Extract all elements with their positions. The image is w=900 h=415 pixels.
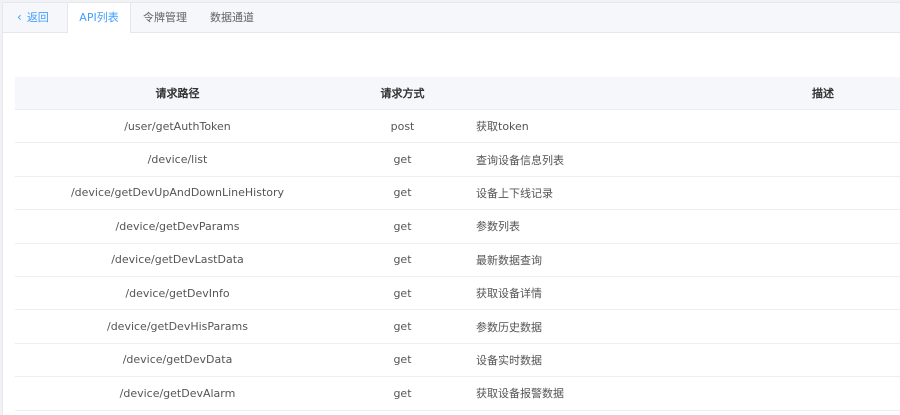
cell-description: 参数历史数据 xyxy=(476,320,542,334)
table-row[interactable]: /device/getDevParams get 参数列表 xyxy=(15,210,900,244)
cell-description: 参数列表 xyxy=(476,220,520,234)
cell-path: /device/getDevUpAndDownLineHistory xyxy=(70,186,285,200)
table-row[interactable]: /device/getDevData get 设备实时数据 xyxy=(15,344,900,378)
cell-method: get xyxy=(393,219,412,233)
cell-description: 查询设备信息列表 xyxy=(476,153,564,167)
tab-token-management[interactable]: 令牌管理 xyxy=(143,3,187,32)
header-path: 请求路径 xyxy=(155,87,200,100)
api-table: 请求路径 请求方式 描述 /user/getAuthToken post 获取tok… xyxy=(15,77,900,411)
cell-method: get xyxy=(393,286,412,300)
cell-path: /device/getDevAlarm xyxy=(119,386,236,400)
cell-description: 获取设备报警数据 xyxy=(476,387,564,401)
back-label: 返回 xyxy=(26,11,49,24)
cell-path: /device/getDevParams xyxy=(115,219,240,233)
chevron-left-icon: ‹ xyxy=(17,10,22,24)
cell-path: /device/getDevInfo xyxy=(125,286,230,300)
tab-bar: ‹ 返回 API列表 令牌管理 数据通道 xyxy=(3,3,900,33)
cell-path: /device/getDevData xyxy=(122,353,233,367)
cell-path: /user/getAuthToken xyxy=(124,119,231,133)
cell-description: 设备上下线记录 xyxy=(476,186,553,200)
cell-description: 设备实时数据 xyxy=(476,353,542,367)
cell-path: /device/getDevHisParams xyxy=(106,320,248,334)
back-button[interactable]: ‹ 返回 xyxy=(17,3,49,32)
table-row[interactable]: /device/list get 查询设备信息列表 xyxy=(15,143,900,177)
cell-method: get xyxy=(393,153,412,167)
header-description: 描述 xyxy=(812,87,834,100)
cell-method: get xyxy=(393,253,412,267)
table-row[interactable]: /device/getDevUpAndDownLineHistory get 设备上… xyxy=(15,177,900,211)
cell-path: /device/getDevLastData xyxy=(111,253,244,267)
table-row[interactable]: /device/getDevLastData get 最新数据查询 xyxy=(15,244,900,277)
tab-api-list[interactable]: API列表 xyxy=(67,3,131,33)
cell-description: 最新数据查询 xyxy=(476,253,542,267)
header-method: 请求方式 xyxy=(380,87,425,100)
cell-method: get xyxy=(393,353,412,367)
table-row[interactable]: /device/getDevHisParams get 参数历史数据 xyxy=(15,310,900,344)
page-frame: ‹ 返回 API列表 令牌管理 数据通道 请求路径 请求方式 描述 /user/g… xyxy=(2,2,900,415)
table-row[interactable]: /device/getDevInfo get 获取设备详情 xyxy=(15,277,900,311)
table-header: 请求路径 请求方式 描述 xyxy=(15,77,900,110)
table-row[interactable]: /device/getDevAlarm get 获取设备报警数据 xyxy=(15,377,900,411)
cell-description: 获取设备详情 xyxy=(476,287,542,301)
cell-method: get xyxy=(393,186,412,200)
tab-data-channel[interactable]: 数据通道 xyxy=(210,3,254,32)
cell-path: /device/list xyxy=(147,153,208,167)
cell-description: 获取token xyxy=(476,120,529,134)
table-row[interactable]: /user/getAuthToken post 获取token xyxy=(15,110,900,144)
cell-method: get xyxy=(393,320,412,334)
table-body: /user/getAuthToken post 获取token/device/lis… xyxy=(15,110,900,411)
cell-method: post xyxy=(390,119,415,133)
cell-method: get xyxy=(393,386,412,400)
